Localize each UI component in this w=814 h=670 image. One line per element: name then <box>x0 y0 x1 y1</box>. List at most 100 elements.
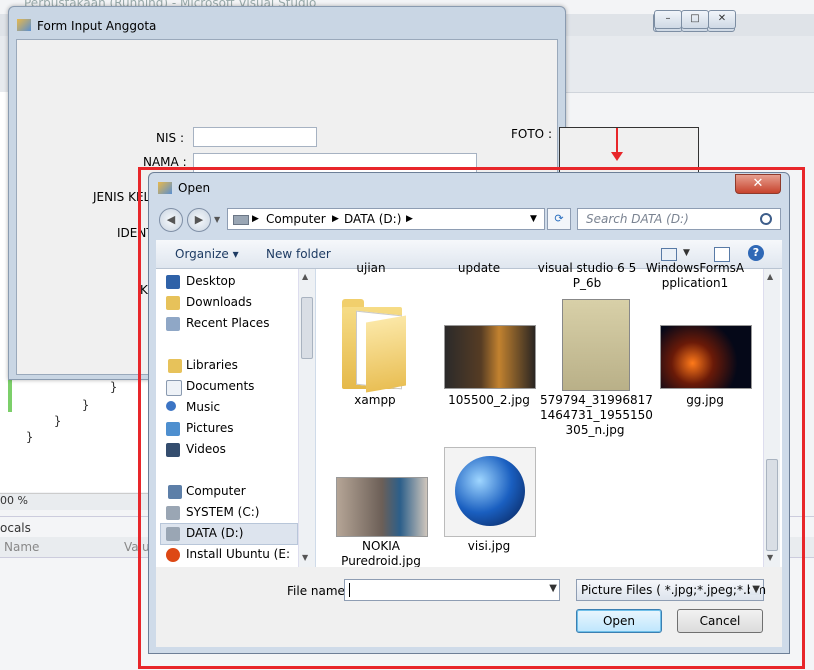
form-close-button[interactable]: ✕ <box>708 10 736 29</box>
forward-arrow-icon[interactable]: ▶ <box>187 208 211 232</box>
breadcrumb-computer[interactable]: Computer <box>266 212 326 226</box>
nis-label: NIS : <box>156 131 184 145</box>
nis-input[interactable] <box>193 127 317 147</box>
nav-item-pictures[interactable]: Pictures <box>186 421 234 435</box>
help-icon[interactable]: ? <box>748 245 764 261</box>
videos-icon <box>166 443 180 457</box>
search-input[interactable]: Search DATA (D:) <box>577 208 781 230</box>
music-icon <box>166 401 176 411</box>
file-type-filter[interactable]: Picture Files ( *.jpg;*.jpeg;*.bm ▼ <box>576 579 767 601</box>
file-list[interactable]: ujian update visual studio 6 5 P_6b Wind… <box>316 261 782 569</box>
computer-icon <box>168 485 182 499</box>
dialog-close-button[interactable]: ✕ <box>735 174 781 194</box>
organize-label: Organize <box>175 247 229 261</box>
file-name-input[interactable]: ▼ <box>344 579 560 601</box>
pictures-icon <box>166 422 180 436</box>
preview-pane-icon[interactable] <box>714 247 730 262</box>
zoom-level[interactable]: 00 % <box>0 493 150 510</box>
file-105500-2[interactable]: 105500_2.jpg <box>434 393 544 408</box>
scroll-down-icon[interactable]: ▼ <box>302 553 308 562</box>
nav-item-documents[interactable]: Documents <box>186 379 254 393</box>
file-update[interactable]: update <box>424 261 534 276</box>
form-minimize-button[interactable]: – <box>654 10 682 29</box>
cancel-button[interactable]: Cancel <box>677 609 763 633</box>
nav-scroll-thumb[interactable] <box>301 297 313 359</box>
view-dropdown-icon[interactable]: ▼ <box>683 248 690 258</box>
open-button[interactable]: Open <box>576 609 662 633</box>
image-thumbnail[interactable] <box>660 325 752 389</box>
breadcrumb-sep-icon[interactable]: ▶ <box>332 214 339 224</box>
new-folder-button[interactable]: New folder <box>266 247 331 261</box>
image-thumbnail[interactable] <box>336 477 428 537</box>
back-arrow-icon[interactable]: ◀ <box>159 208 183 232</box>
foto-label: FOTO : <box>511 127 552 141</box>
address-dropdown-icon[interactable]: ▼ <box>530 214 537 224</box>
file-name-dropdown-icon[interactable]: ▼ <box>549 583 557 594</box>
search-placeholder: Search DATA (D:) <box>586 212 689 226</box>
dialog-bottom-bar: File name: ▼ Picture Files ( *.jpg;*.jpe… <box>156 567 782 647</box>
data-drive-icon <box>166 527 180 541</box>
nav-item-downloads[interactable]: Downloads <box>186 295 252 309</box>
search-icon[interactable] <box>760 213 772 225</box>
desktop-icon <box>166 275 180 289</box>
locals-title: ocals <box>0 521 31 535</box>
red-arrow-head-icon <box>611 152 623 161</box>
dialog-title: Open <box>178 181 211 195</box>
nav-item-videos[interactable]: Videos <box>186 442 226 456</box>
drive-icon <box>233 215 249 225</box>
nav-item-music[interactable]: Music <box>186 400 220 414</box>
file-gg[interactable]: gg.jpg <box>650 393 760 408</box>
image-thumbnail[interactable] <box>444 447 536 537</box>
downloads-icon <box>166 296 180 310</box>
breadcrumb-sep-icon[interactable]: ▶ <box>406 214 413 224</box>
form-title: Form Input Anggota <box>37 19 157 33</box>
nav-scrollbar[interactable]: ▲ ▼ <box>298 269 315 567</box>
file-windowsforms[interactable]: WindowsFormsA pplication1 <box>640 261 750 291</box>
nav-item-data-d[interactable]: DATA (D:) <box>186 526 243 540</box>
nav-item-recent-places[interactable]: Recent Places <box>186 316 269 330</box>
breadcrumb-data-d[interactable]: DATA (D:) <box>344 212 401 226</box>
documents-icon <box>166 380 182 396</box>
system-drive-icon <box>166 506 180 520</box>
locals-col-name: Name <box>4 540 40 554</box>
image-thumbnail[interactable] <box>562 299 630 391</box>
filter-label: Picture Files ( *.jpg;*.jpeg;*.bm <box>581 583 767 597</box>
file-visi[interactable]: visi.jpg <box>434 539 544 554</box>
file-xampp[interactable]: xampp <box>320 393 430 408</box>
file-nokia-puredroid[interactable]: NOKIA Puredroid.jpg <box>326 539 436 569</box>
nav-item-computer[interactable]: Computer <box>186 484 246 498</box>
code-brace: } <box>82 398 90 412</box>
file-scroll-thumb[interactable] <box>766 459 778 551</box>
recent-places-icon <box>166 317 180 331</box>
libraries-icon <box>168 359 182 373</box>
folder-icon[interactable] <box>342 299 408 393</box>
file-visual-studio[interactable]: visual studio 6 5 P_6b <box>532 261 642 291</box>
file-scrollbar[interactable]: ▲ ▼ <box>763 269 780 567</box>
file-ujian[interactable]: ujian <box>316 261 426 276</box>
dialog-app-icon <box>158 182 172 194</box>
form-maximize-button[interactable]: □ <box>681 10 709 29</box>
nav-item-system-c[interactable]: SYSTEM (C:) <box>186 505 259 519</box>
address-bar[interactable]: ▶ Computer ▶ DATA (D:) ▶ ▼ <box>227 208 545 230</box>
filter-dropdown-icon[interactable]: ▼ <box>750 584 760 595</box>
refresh-icon[interactable]: ⟳ <box>547 208 571 230</box>
code-brace: } <box>54 414 62 428</box>
nav-item-install-ubuntu[interactable]: Install Ubuntu (E: <box>186 547 290 561</box>
ubuntu-icon <box>166 548 180 562</box>
nav-item-libraries[interactable]: Libraries <box>186 358 238 372</box>
scroll-down-icon[interactable]: ▼ <box>767 553 773 562</box>
organize-button[interactable]: Organize ▾ <box>175 247 239 261</box>
file-name-label: File name: <box>287 584 349 598</box>
breadcrumb-sep-icon[interactable]: ▶ <box>252 214 259 224</box>
scroll-up-icon[interactable]: ▲ <box>767 272 773 281</box>
navigation-pane[interactable]: Desktop Downloads Recent Places Librarie… <box>156 269 315 567</box>
form-app-icon <box>17 19 31 31</box>
code-brace: } <box>26 430 34 444</box>
change-view-icon[interactable] <box>661 248 677 261</box>
nav-item-desktop[interactable]: Desktop <box>186 274 236 288</box>
code-brace: } <box>110 380 118 394</box>
file-579794[interactable]: 579794_31996817 1464731_1955150 305_n.jp… <box>540 393 653 438</box>
scroll-up-icon[interactable]: ▲ <box>302 272 308 281</box>
image-thumbnail[interactable] <box>444 325 536 389</box>
recent-locations-icon[interactable]: ▼ <box>214 215 220 224</box>
